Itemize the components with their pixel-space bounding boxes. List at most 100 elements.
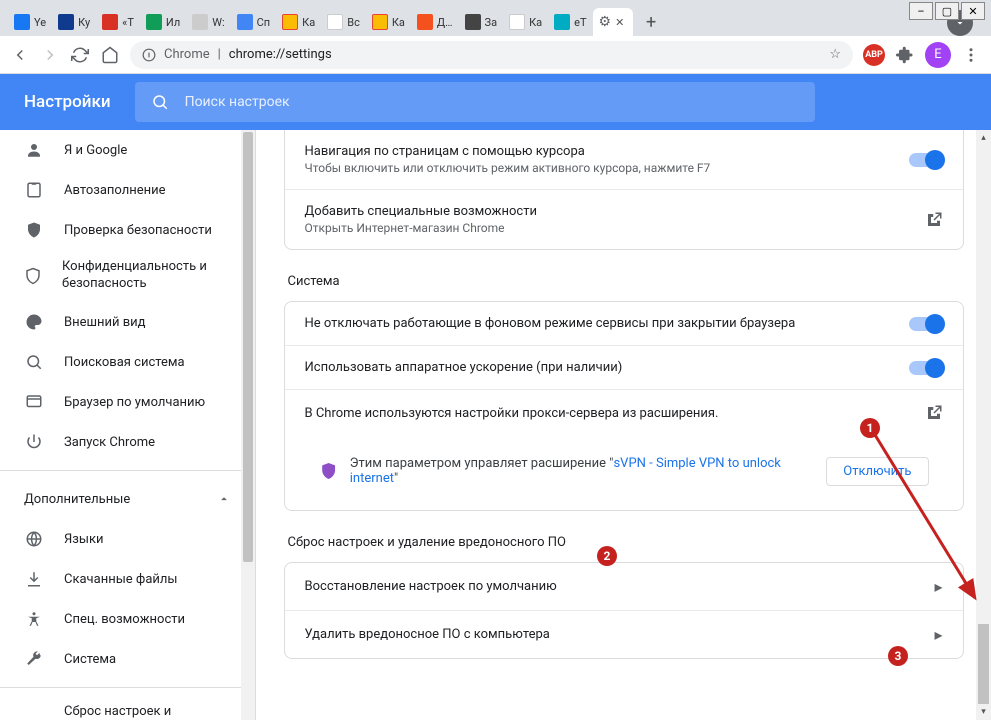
sidebar-item-system[interactable]: Система (0, 639, 255, 679)
extension-shield-icon (319, 461, 338, 481)
shield-icon (24, 267, 42, 285)
sidebar-item-accessibility[interactable]: Спец. возможности (0, 599, 255, 639)
scroll-down-button[interactable]: ▾ (976, 704, 991, 720)
browser-tab[interactable]: Ка (276, 8, 321, 36)
tab-label: Ye (34, 16, 46, 29)
toggle-switch[interactable] (909, 361, 943, 375)
browser-tab-active[interactable]: ⚙ ✕ (593, 8, 634, 36)
sidebar-item-label: Скачанные файлы (64, 572, 178, 587)
scrollbar-thumb[interactable] (978, 624, 989, 704)
toggle-switch[interactable] (909, 153, 943, 167)
sidebar-item-autofill[interactable]: Автозаполнение (0, 170, 255, 210)
address-bar[interactable]: Chrome | chrome://settings ☆ (130, 41, 853, 69)
browser-tab[interactable]: «Т (96, 8, 140, 36)
section-title-reset: Сброс настроек и удаление вредоносного П… (288, 535, 964, 550)
sidebar-item-label: Запуск Chrome (64, 435, 155, 450)
tab-label: Сп (257, 16, 271, 29)
divider (0, 470, 255, 471)
sidebar-item-downloads[interactable]: Скачанные файлы (0, 559, 255, 599)
browser-tab[interactable]: Д… (411, 8, 459, 36)
abp-extension-icon[interactable]: ABP (863, 44, 885, 66)
reset-card: Восстановление настроек по умолчанию ▸ У… (284, 562, 964, 659)
bookmark-star-button[interactable]: ☆ (829, 47, 841, 62)
download-icon (24, 570, 44, 588)
gear-icon: ⚙ (599, 14, 612, 30)
browser-tab[interactable]: Ил (140, 8, 186, 36)
scroll-up-button[interactable]: ▴ (976, 130, 991, 146)
browser-tab[interactable]: Ку (52, 8, 96, 36)
tab-close-button[interactable]: ✕ (615, 16, 627, 29)
sidebar-item-search-engine[interactable]: Поисковая система (0, 342, 255, 382)
browser-tab[interactable]: За (459, 8, 504, 36)
sidebar-item-appearance[interactable]: Внешний вид (0, 302, 255, 342)
search-icon (24, 353, 44, 371)
window-maximize-button[interactable]: ▢ (935, 2, 959, 20)
profile-button[interactable]: E (925, 42, 951, 68)
tab-label: Д… (437, 16, 453, 29)
setting-row-proxy[interactable]: В Chrome используются настройки прокси-с… (285, 389, 963, 510)
window-minimize-button[interactable]: – (909, 2, 933, 20)
tab-label: W: (212, 16, 224, 29)
chevron-right-icon: ▸ (934, 625, 942, 644)
sidebar-item-you-and-google[interactable]: Я и Google (0, 130, 255, 170)
sidebar-advanced-toggle[interactable]: Дополнительные (0, 479, 255, 519)
tab-label: Ка (529, 16, 542, 29)
menu-button[interactable] (961, 45, 981, 65)
search-input[interactable] (185, 94, 799, 110)
sidebar-item-label: Внешний вид (64, 315, 146, 330)
forward-button[interactable] (40, 45, 60, 65)
external-link-icon (925, 404, 943, 422)
tab-label: Ку (78, 16, 90, 29)
sidebar-item-label: Поисковая система (64, 355, 185, 370)
scrollbar-thumb[interactable] (243, 132, 253, 562)
browser-tab[interactable]: Ка (366, 8, 411, 36)
setting-row-caret-browsing: Навигация по страницам с помощью курсора… (285, 130, 963, 189)
browser-tab[interactable]: Сп (231, 8, 277, 36)
section-title-system: Система (288, 274, 964, 289)
info-icon (142, 48, 156, 62)
browser-tab[interactable]: eT (548, 8, 592, 36)
annotation-badge-3: 3 (888, 646, 908, 666)
chevron-right-icon: ▸ (934, 577, 942, 596)
sidebar-item-languages[interactable]: Языки (0, 519, 255, 559)
search-icon (151, 93, 169, 111)
sidebar-advanced-label: Дополнительные (24, 492, 130, 507)
power-icon (24, 433, 44, 451)
window-close-button[interactable]: ✕ (961, 2, 985, 20)
setting-title: Навигация по страницам с помощью курсора (305, 144, 893, 159)
setting-row-add-accessibility[interactable]: Добавить специальные возможности Открыть… (285, 189, 963, 249)
autofill-icon (24, 181, 44, 199)
new-tab-button[interactable]: + (637, 8, 665, 36)
browser-tab[interactable]: W: (186, 8, 230, 36)
setting-title: Удалить вредоносное ПО с компьютера (305, 627, 919, 642)
tab-label: Вс (347, 16, 360, 29)
setting-row-restore-defaults[interactable]: Восстановление настроек по умолчанию ▸ (285, 563, 963, 610)
palette-icon (24, 313, 44, 331)
url-scheme-label: Chrome (164, 47, 210, 62)
disable-extension-button[interactable]: Отключить (826, 457, 928, 486)
sidebar-item-on-startup[interactable]: Запуск Chrome (0, 422, 255, 462)
sidebar-item-reset[interactable]: Сброс настроек и (0, 696, 255, 720)
sidebar-item-default-browser[interactable]: Браузер по умолчанию (0, 382, 255, 422)
setting-row-cleanup[interactable]: Удалить вредоносное ПО с компьютера ▸ (285, 610, 963, 658)
tab-label: eT (574, 16, 586, 29)
browser-tab[interactable]: Вс (321, 8, 366, 36)
setting-title: Не отключать работающие в фоновом режиме… (305, 316, 893, 331)
browser-tab[interactable]: Ye (8, 8, 52, 36)
setting-subtitle: Открыть Интернет-магазин Chrome (305, 221, 909, 235)
sidebar-item-safety-check[interactable]: Проверка безопасности (0, 210, 255, 250)
settings-search-box[interactable] (135, 82, 815, 122)
back-button[interactable] (10, 45, 30, 65)
sidebar-item-privacy[interactable]: Конфиденциальность и безопасность (0, 250, 255, 302)
page-scrollbar[interactable]: ▴ ▾ (976, 130, 991, 720)
extensions-button[interactable] (895, 45, 915, 65)
reload-button[interactable] (70, 45, 90, 65)
sidebar-item-label: Конфиденциальность и безопасность (62, 259, 231, 293)
home-button[interactable] (100, 45, 120, 65)
browser-icon (24, 393, 44, 411)
extension-notice: Этим параметром управляет расширение "sV… (305, 446, 943, 496)
sidebar-scrollbar[interactable] (241, 130, 255, 720)
browser-tab[interactable]: Ка (503, 8, 548, 36)
toggle-switch[interactable] (909, 317, 943, 331)
url-text: chrome://settings (229, 47, 332, 62)
